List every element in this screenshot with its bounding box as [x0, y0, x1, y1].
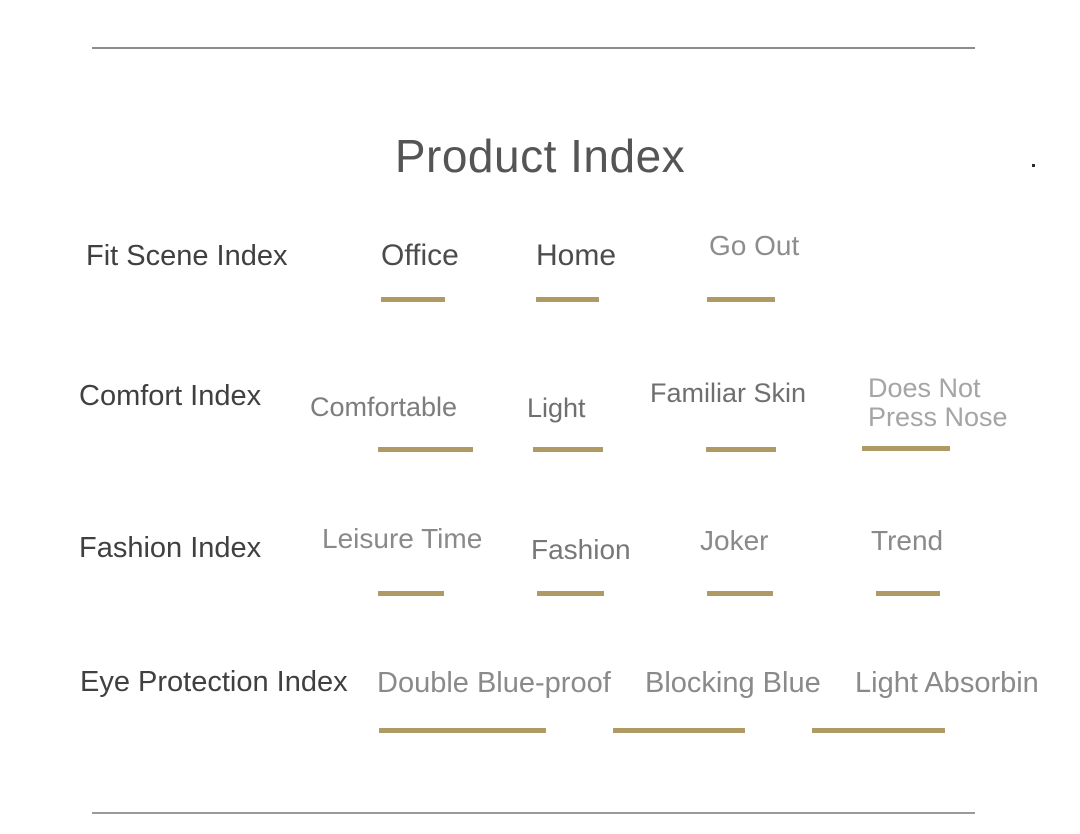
tag-home-underline: [536, 297, 599, 302]
tag-joker-label: Joker: [700, 525, 769, 556]
tag-familiar-skin-label: Familiar Skin: [650, 378, 807, 408]
tag-home[interactable]: Home: [536, 239, 617, 302]
tag-light-absorbing-underline: [812, 728, 945, 733]
row-label-comfort: Comfort Index: [79, 380, 262, 412]
tag-light-absorbing-label: Light Absorbin: [855, 667, 1039, 699]
tag-office[interactable]: Office: [381, 239, 459, 302]
top-divider: [92, 47, 975, 49]
tag-blocking-blue[interactable]: Blocking Blue: [613, 667, 821, 733]
tag-go-out-label: Go Out: [709, 230, 800, 261]
tag-light-underline: [533, 447, 603, 452]
tag-fashion-label: Fashion: [531, 534, 631, 565]
index-row-fit-scene: Fit Scene Index Office Home Go Out: [0, 210, 1080, 330]
index-row-comfort: Comfort Index Comfortable Light Familiar…: [0, 352, 1080, 472]
tag-office-label: Office: [381, 239, 459, 272]
tag-trend[interactable]: Trend: [871, 525, 944, 596]
row-label-fit-scene: Fit Scene Index: [86, 240, 288, 272]
row-label-eye-protection: Eye Protection Index: [80, 666, 348, 698]
tag-go-out-underline: [707, 297, 775, 302]
bottom-divider: [92, 812, 975, 814]
index-row-eye-protection: Eye Protection Index Double Blue-proof B…: [0, 640, 1080, 760]
tag-does-not-press-nose-label: Does Not Press Nose: [868, 373, 1008, 433]
row-label-fashion: Fashion Index: [79, 532, 262, 564]
tag-fashion-underline: [537, 591, 604, 596]
tag-leisure-time-underline: [378, 591, 444, 596]
tag-leisure-time-label: Leisure Time: [322, 523, 483, 554]
tag-blocking-blue-underline: [613, 728, 745, 733]
tag-light-label: Light: [527, 393, 586, 423]
tag-joker-underline: [707, 591, 773, 596]
product-index-section: Product Index Fit Scene Index Office Hom…: [0, 0, 1080, 834]
tag-does-not-press-nose-underline: [862, 446, 950, 451]
tag-double-blue-proof-underline: [379, 728, 546, 733]
tag-fashion[interactable]: Fashion: [531, 534, 631, 596]
tag-office-underline: [381, 297, 445, 302]
index-row-fashion: Fashion Index Leisure Time Fashion Joker…: [0, 504, 1080, 624]
tag-comfortable-label: Comfortable: [310, 392, 458, 422]
tag-comfortable[interactable]: Comfortable: [310, 392, 473, 452]
tag-light-absorbing[interactable]: Light Absorbin: [812, 667, 1039, 733]
tag-does-not-press-nose[interactable]: Does Not Press Nose: [862, 373, 1008, 451]
tag-blocking-blue-label: Blocking Blue: [645, 667, 821, 699]
tag-familiar-skin-underline: [706, 447, 776, 452]
tag-home-label: Home: [536, 239, 617, 272]
tag-go-out[interactable]: Go Out: [707, 230, 800, 302]
tag-double-blue-proof[interactable]: Double Blue-proof: [377, 667, 611, 733]
tag-leisure-time[interactable]: Leisure Time: [322, 523, 483, 596]
tag-comfortable-underline: [378, 447, 473, 452]
tag-light[interactable]: Light: [527, 393, 603, 452]
tag-double-blue-proof-label: Double Blue-proof: [377, 667, 611, 699]
tag-joker[interactable]: Joker: [700, 525, 773, 596]
page-title: Product Index: [394, 129, 686, 182]
tag-trend-underline: [876, 591, 940, 596]
tag-familiar-skin[interactable]: Familiar Skin: [650, 378, 807, 452]
tag-trend-label: Trend: [871, 525, 944, 556]
image-artifact-speck: [1032, 164, 1035, 167]
